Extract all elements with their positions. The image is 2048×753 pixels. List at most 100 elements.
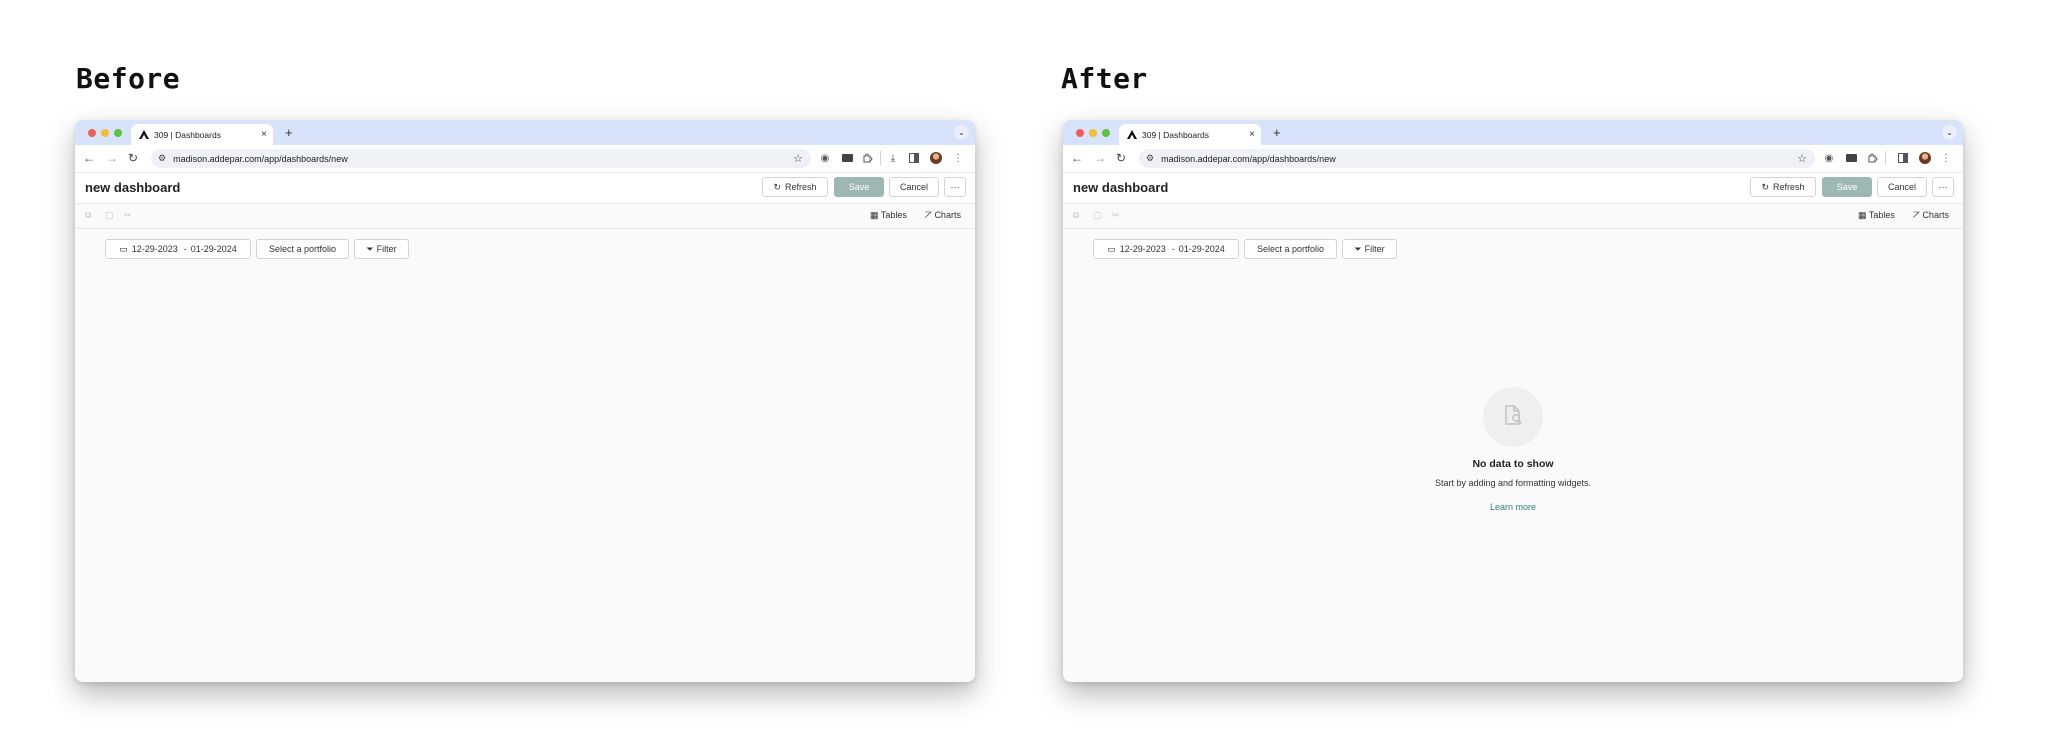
filter-label: Filter [376, 244, 397, 254]
edit-toolbar: ⧉ ▢ ✂ ▦ Tables ⦢ Charts [75, 204, 975, 229]
maximize-window-button[interactable] [114, 129, 122, 137]
download-icon[interactable]: ⤓ [887, 152, 899, 164]
add-charts-button[interactable]: ⦢ Charts [1913, 210, 1949, 221]
new-tab-button[interactable]: + [285, 125, 293, 140]
cancel-button[interactable]: Cancel [1877, 177, 1927, 197]
reload-button[interactable]: ↻ [1116, 151, 1126, 165]
add-charts-button[interactable]: ⦢ Charts [925, 210, 961, 221]
table-icon: ▦ [1858, 210, 1867, 220]
charts-label: Charts [934, 210, 961, 220]
tab-close-icon[interactable]: × [1249, 129, 1255, 140]
cut-icon[interactable]: ✂ [1112, 210, 1120, 221]
close-window-button[interactable] [1076, 129, 1084, 137]
paste-icon[interactable]: ▢ [105, 210, 114, 221]
toolbar-divider [880, 151, 881, 165]
extension-circle-icon[interactable]: ◉ [1823, 152, 1835, 164]
filter-label: Filter [1364, 244, 1385, 254]
before-heading: Before [76, 62, 181, 95]
tab-bar: 309 | Dashboards × + ⌄ [75, 120, 975, 145]
more-options-button[interactable]: ··· [1932, 177, 1954, 197]
line-chart-icon: ⦢ [925, 210, 932, 220]
filter-icon: ⏷ [366, 243, 374, 254]
tab-bar: 309 | Dashboards × + ⌄ [1063, 120, 1963, 145]
refresh-button[interactable]: ↻ Refresh [1750, 177, 1816, 197]
tables-label: Tables [880, 210, 907, 220]
refresh-icon: ↻ [773, 181, 782, 192]
date-start: 12-29-2023 [1119, 244, 1166, 254]
browser-tab[interactable]: 309 | Dashboards × [1119, 124, 1261, 145]
tab-search-button[interactable]: ⌄ [1942, 125, 1957, 140]
bookmark-star-icon[interactable]: ☆ [793, 152, 803, 165]
dashboard-canvas: ▭ 12-29-2023 - 01-29-2024 Select a portf… [75, 229, 975, 682]
charts-label: Charts [1922, 210, 1949, 220]
close-window-button[interactable] [88, 129, 96, 137]
back-button[interactable]: ← [1071, 151, 1083, 165]
filter-icon: ⏷ [1354, 243, 1362, 254]
side-panel-icon[interactable] [1897, 152, 1909, 164]
extension-circle-icon[interactable]: ◉ [819, 152, 831, 164]
cut-icon[interactable]: ✂ [124, 210, 132, 221]
site-settings-icon[interactable]: ⚙ [158, 153, 166, 164]
extensions-puzzle-icon[interactable] [1867, 152, 1879, 164]
date-separator: - [183, 244, 187, 254]
app-header: new dashboard ↻ Refresh Save Cancel ··· [75, 173, 975, 204]
browser-tab[interactable]: 309 | Dashboards × [131, 124, 273, 145]
refresh-label: Refresh [1773, 182, 1805, 192]
url-text: madison.addepar.com/app/dashboards/new [173, 153, 348, 164]
more-options-button[interactable]: ··· [944, 177, 966, 197]
tables-label: Tables [1868, 210, 1895, 220]
save-button[interactable]: Save [834, 177, 884, 197]
extensions-puzzle-icon[interactable] [862, 152, 874, 164]
copy-icon[interactable]: ⧉ [85, 210, 91, 221]
back-button[interactable]: ← [83, 151, 95, 165]
minimize-window-button[interactable] [101, 129, 109, 137]
after-heading: After [1061, 62, 1148, 95]
reload-button[interactable]: ↻ [128, 151, 138, 165]
tab-title: 309 | Dashboards [1142, 129, 1209, 140]
filter-button[interactable]: ⏷ Filter [1342, 239, 1397, 259]
select-portfolio-button[interactable]: Select a portfolio [256, 239, 349, 259]
calendar-icon: ▭ [119, 243, 128, 254]
site-settings-icon[interactable]: ⚙ [1146, 153, 1154, 164]
side-panel-icon[interactable] [908, 152, 920, 164]
add-tables-button[interactable]: ▦ Tables [1858, 210, 1895, 221]
address-bar[interactable]: ⚙ madison.addepar.com/app/dashboards/new… [1139, 149, 1815, 168]
date-range-picker[interactable]: ▭ 12-29-2023 - 01-29-2024 [1093, 239, 1239, 259]
toolbar-divider [1885, 151, 1886, 165]
profile-avatar[interactable] [930, 152, 942, 164]
empty-state-illustration [1483, 387, 1543, 447]
bookmark-star-icon[interactable]: ☆ [1797, 152, 1807, 165]
addepar-logo-icon [139, 130, 149, 140]
refresh-button[interactable]: ↻ Refresh [762, 177, 828, 197]
extension-box-icon[interactable] [841, 152, 853, 164]
date-start: 12-29-2023 [131, 244, 178, 254]
address-bar[interactable]: ⚙ madison.addepar.com/app/dashboards/new… [151, 149, 811, 168]
cancel-button[interactable]: Cancel [889, 177, 939, 197]
tab-title: 309 | Dashboards [154, 129, 221, 140]
date-range-picker[interactable]: ▭ 12-29-2023 - 01-29-2024 [105, 239, 251, 259]
maximize-window-button[interactable] [1102, 129, 1110, 137]
browser-menu-icon[interactable]: ⋮ [1940, 152, 1952, 164]
learn-more-link[interactable]: Learn more [1063, 502, 1963, 512]
window-controls [88, 129, 122, 137]
tab-close-icon[interactable]: × [261, 129, 267, 140]
browser-window-before: 309 | Dashboards × + ⌄ ← → ↻ ⚙ madison.a… [75, 120, 975, 682]
save-button[interactable]: Save [1822, 177, 1872, 197]
forward-button[interactable]: → [1094, 151, 1106, 165]
select-portfolio-button[interactable]: Select a portfolio [1244, 239, 1337, 259]
profile-avatar[interactable] [1919, 152, 1931, 164]
date-end: 01-29-2024 [190, 244, 237, 254]
minimize-window-button[interactable] [1089, 129, 1097, 137]
forward-button[interactable]: → [106, 151, 118, 165]
browser-menu-icon[interactable]: ⋮ [952, 152, 964, 164]
copy-icon[interactable]: ⧉ [1073, 210, 1079, 221]
empty-state: No data to show Start by adding and form… [1063, 387, 1963, 512]
new-tab-button[interactable]: + [1273, 125, 1281, 140]
add-tables-button[interactable]: ▦ Tables [870, 210, 907, 221]
filter-button[interactable]: ⏷ Filter [354, 239, 409, 259]
table-icon: ▦ [870, 210, 879, 220]
extension-box-icon[interactable] [1845, 152, 1857, 164]
tab-search-button[interactable]: ⌄ [954, 125, 969, 140]
paste-icon[interactable]: ▢ [1093, 210, 1102, 221]
date-end: 01-29-2024 [1178, 244, 1225, 254]
